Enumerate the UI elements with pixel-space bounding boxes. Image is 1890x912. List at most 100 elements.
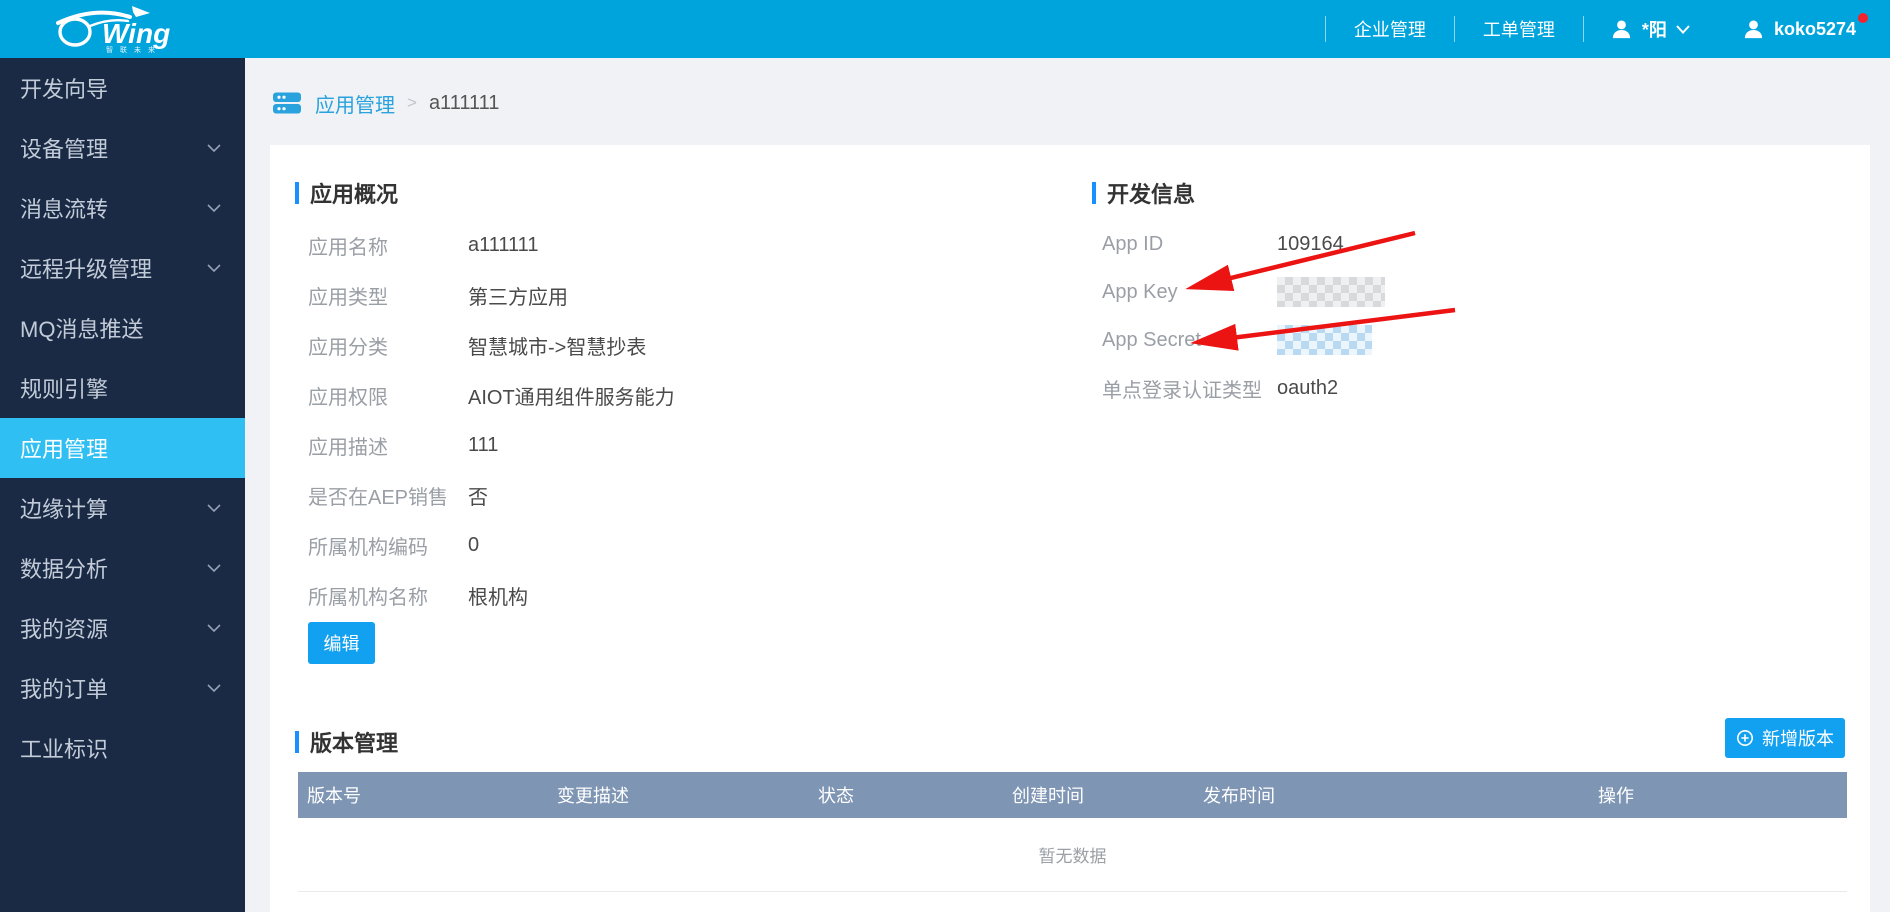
breadcrumb: 应用管理 > a111111: [272, 88, 499, 118]
field-label: 所属机构名称: [308, 581, 468, 610]
sidebar-item-rule-engine[interactable]: 规则引擎: [0, 358, 245, 418]
sidebar-item-app-management[interactable]: 应用管理: [0, 418, 245, 478]
breadcrumb-app-management[interactable]: 应用管理: [315, 89, 395, 118]
field-label: 应用类型: [308, 281, 468, 310]
app-stack-icon: [272, 90, 302, 116]
field-row: App Key: [1102, 268, 1385, 316]
section-bar: [1092, 182, 1096, 204]
sidebar-item-label: 规则引擎: [20, 372, 108, 404]
field-row: 应用权限 AIOT通用组件服务能力: [308, 370, 675, 420]
empty-table-message: 暂无数据: [298, 818, 1847, 892]
field-row: 是否在AEP销售 否: [308, 470, 675, 520]
chevron-down-icon: [1676, 25, 1690, 34]
add-version-label: 新增版本: [1762, 725, 1834, 751]
sidebar-item-mq-push[interactable]: MQ消息推送: [0, 298, 245, 358]
sidebar-item-label: 消息流转: [20, 192, 108, 224]
top-nav: 企业管理 工单管理 *阳 koko5274: [1325, 0, 1862, 58]
notification-dot: [1858, 13, 1868, 23]
account-menu[interactable]: koko5274: [1716, 18, 1862, 41]
sidebar-item-label: 应用管理: [20, 432, 108, 464]
user-menu[interactable]: *阳: [1584, 16, 1716, 42]
field-value: 111: [468, 434, 498, 457]
section-title: 版本管理: [310, 726, 398, 758]
field-row: 应用描述 111: [308, 420, 675, 470]
sidebar-item-my-orders[interactable]: 我的订单: [0, 658, 245, 718]
logo-tagline: 智联未来: [106, 45, 162, 54]
column-version: 版本号: [298, 782, 548, 808]
app-secret-masked-value: [1277, 325, 1372, 355]
app-key-masked-value: [1277, 277, 1385, 307]
field-value: 0: [468, 534, 479, 557]
chevron-down-icon: [207, 144, 221, 152]
add-version-button[interactable]: 新增版本: [1725, 718, 1845, 758]
section-versions-header: 版本管理: [295, 730, 398, 754]
ctwing-logo[interactable]: Wing 智联未来: [50, 4, 190, 59]
sidebar-item-edge-computing[interactable]: 边缘计算: [0, 478, 245, 538]
circle-plus-icon: [1736, 729, 1754, 747]
field-row: 应用分类 智慧城市->智慧抄表: [308, 320, 675, 370]
chevron-down-icon: [207, 264, 221, 272]
versions-table-header: 版本号 变更描述 状态 创建时间 发布时间 操作: [298, 772, 1847, 818]
account-name: koko5274: [1774, 19, 1856, 40]
sidebar-item-label: 我的资源: [20, 612, 108, 644]
field-row: App Secret: [1102, 316, 1385, 364]
sidebar-item-remote-upgrade[interactable]: 远程升级管理: [0, 238, 245, 298]
user-short-name: *阳: [1642, 16, 1667, 42]
user-icon: [1610, 18, 1633, 41]
field-row: 所属机构编码 0: [308, 520, 675, 570]
field-label: 应用权限: [308, 381, 468, 410]
field-value: 否: [468, 481, 488, 510]
app-id-value: 109164: [1277, 233, 1344, 256]
chevron-down-icon: [207, 624, 221, 632]
chevron-down-icon: [207, 564, 221, 572]
field-label: App Key: [1102, 281, 1277, 304]
user-icon: [1742, 18, 1765, 41]
section-title: 应用概况: [310, 177, 398, 209]
sidebar-item-data-analysis[interactable]: 数据分析: [0, 538, 245, 598]
field-value: AIOT通用组件服务能力: [468, 381, 675, 410]
nav-workorder-management[interactable]: 工单管理: [1455, 16, 1583, 42]
breadcrumb-current: a111111: [429, 92, 499, 115]
sidebar-item-my-resources[interactable]: 我的资源: [0, 598, 245, 658]
sidebar-item-dev-wizard[interactable]: 开发向导: [0, 58, 245, 118]
field-row: 应用类型 第三方应用: [308, 270, 675, 320]
field-row: 所属机构名称 根机构: [308, 570, 675, 620]
breadcrumb-separator: >: [407, 93, 417, 113]
field-label: 单点登录认证类型: [1102, 374, 1277, 403]
nav-enterprise-management[interactable]: 企业管理: [1326, 16, 1454, 42]
overview-fields: 应用名称 a111111 应用类型 第三方应用 应用分类 智慧城市->智慧抄表 …: [308, 220, 675, 620]
sidebar-item-label: 远程升级管理: [20, 252, 152, 284]
field-label: 应用名称: [308, 231, 468, 260]
field-label: 所属机构编码: [308, 531, 468, 560]
field-row: 单点登录认证类型 oauth2: [1102, 364, 1385, 412]
sidebar-item-label: 工业标识: [20, 732, 108, 764]
sidebar-item-industrial-id[interactable]: 工业标识: [0, 718, 245, 778]
sidebar-item-device-management[interactable]: 设备管理: [0, 118, 245, 178]
column-create-time: 创建时间: [1003, 782, 1194, 808]
edit-button[interactable]: 编辑: [308, 622, 375, 664]
column-status: 状态: [809, 782, 1003, 808]
sidebar-item-label: MQ消息推送: [20, 312, 143, 344]
field-label: App ID: [1102, 233, 1277, 256]
sidebar-item-label: 边缘计算: [20, 492, 108, 524]
devinfo-fields: App ID 109164 App Key App Secret 单点登录认证类…: [1102, 220, 1385, 412]
top-bar: Wing 智联未来 企业管理 工单管理 *阳 koko5274: [0, 0, 1890, 58]
column-change-desc: 变更描述: [548, 782, 809, 808]
column-actions: 操作: [1589, 782, 1839, 808]
field-value: a111111: [468, 234, 538, 257]
field-label: 是否在AEP销售: [308, 481, 468, 510]
section-devinfo-header: 开发信息: [1092, 181, 1195, 205]
field-label: 应用分类: [308, 331, 468, 360]
field-value: 根机构: [468, 581, 528, 610]
section-bar: [295, 182, 299, 204]
section-title: 开发信息: [1107, 177, 1195, 209]
sidebar-item-message-flow[interactable]: 消息流转: [0, 178, 245, 238]
section-bar: [295, 731, 299, 753]
logo-text: Wing: [102, 18, 170, 49]
column-publish-time: 发布时间: [1194, 782, 1589, 808]
field-row: App ID 109164: [1102, 220, 1385, 268]
field-value: 智慧城市->智慧抄表: [468, 331, 646, 360]
chevron-down-icon: [207, 504, 221, 512]
sidebar-item-label: 我的订单: [20, 672, 108, 704]
main-content: 应用管理 > a111111 应用概况 应用名称 a111111 应用类型 第三…: [245, 58, 1890, 912]
